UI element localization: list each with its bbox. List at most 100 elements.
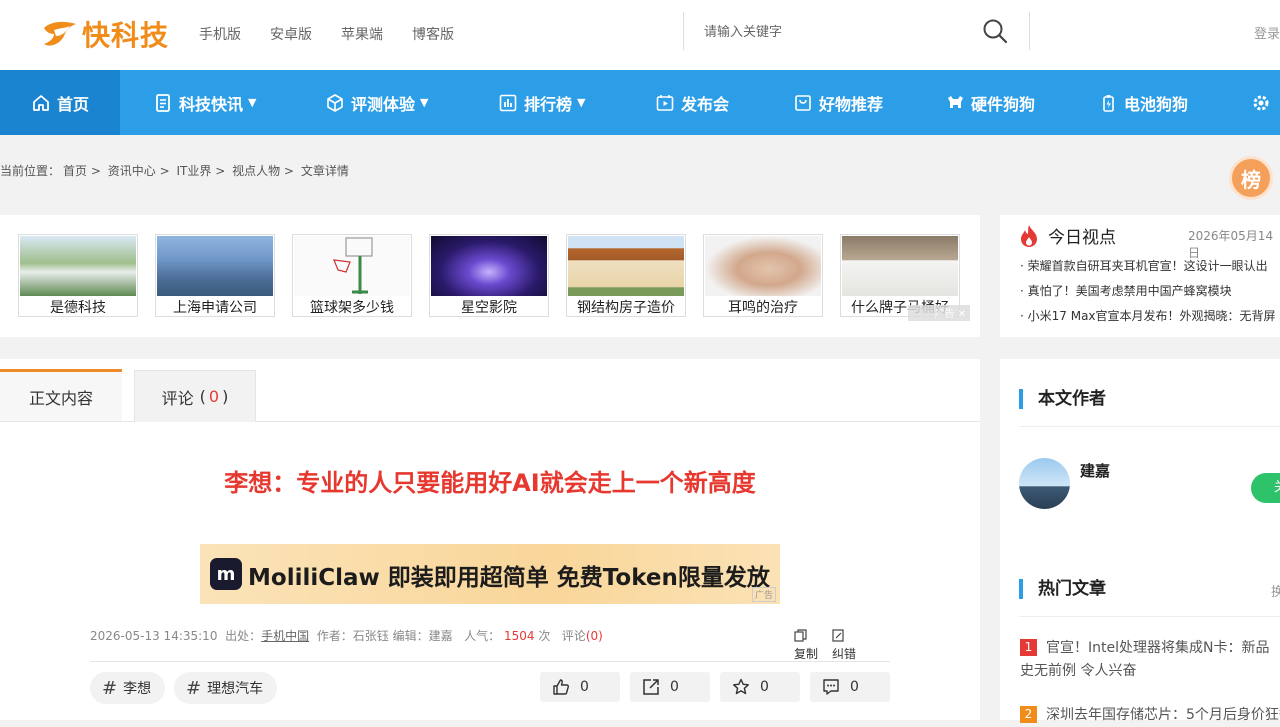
- author-name[interactable]: 建嘉: [1080, 460, 1110, 481]
- ad-image: [842, 236, 958, 296]
- nav-launches[interactable]: 发布会: [655, 70, 729, 135]
- report-label: 纠错: [832, 647, 857, 661]
- tag-pill[interactable]: # 理想汽车: [174, 672, 278, 704]
- like-button[interactable]: 0: [540, 672, 620, 702]
- nav-reviews[interactable]: 评测体验 ▼: [325, 70, 428, 135]
- gear-icon: [1253, 95, 1269, 110]
- avatar[interactable]: [1019, 458, 1070, 509]
- tab-content[interactable]: 正文内容: [0, 369, 122, 421]
- report-error-button[interactable]: 纠错: [832, 629, 856, 662]
- nav-recommend[interactable]: 好物推荐: [793, 70, 883, 135]
- rank-badge-button[interactable]: 榜: [1229, 156, 1273, 200]
- copy-button[interactable]: 复制: [794, 629, 818, 662]
- source-label: 出处：: [225, 629, 262, 643]
- ad-image: [294, 236, 410, 296]
- chevron-down-icon: ▼: [577, 96, 586, 109]
- chevron-down-icon: ▼: [420, 96, 429, 109]
- search-icon[interactable]: [982, 18, 1008, 44]
- follow-button[interactable]: 关: [1251, 473, 1280, 503]
- home-icon: [33, 94, 49, 111]
- banner-ad[interactable]: m MoliliClaw 即装即用超简单 免费Token限量发放 广告: [200, 544, 780, 604]
- comment-button[interactable]: 0: [810, 672, 890, 702]
- ad-caption: 上海申请公司: [173, 300, 257, 316]
- tab-label: 评论: [161, 388, 194, 408]
- today-item[interactable]: · 小米17 Max官宣本月发布！外观揭晓：无背屏: [1020, 309, 1276, 323]
- today-item[interactable]: · 荣耀首款自研耳夹耳机官宣！这设计一眼认出: [1020, 259, 1268, 273]
- today-viewpoint-panel: 今日视点 2026年05月14日 · 荣耀首款自研耳夹耳机官宣！这设计一眼认出 …: [1000, 215, 1280, 337]
- site-logo[interactable]: 快科技: [40, 14, 180, 54]
- ad-card[interactable]: 是德科技: [18, 234, 138, 317]
- mobile-version-link[interactable]: 手机版: [199, 24, 241, 44]
- article-tabs: 正文内容 评论 (0): [0, 359, 980, 422]
- ad-card[interactable]: 星空影院: [429, 234, 549, 317]
- nav-label: 硬件狗狗: [971, 94, 1036, 114]
- video-icon: [656, 94, 674, 111]
- tag-pill[interactable]: # 李想: [90, 672, 166, 704]
- hash-icon: #: [102, 677, 118, 699]
- swap-batch-button[interactable]: 换: [1271, 581, 1280, 600]
- login-link[interactable]: 登录: [1254, 23, 1280, 42]
- ad-caption: 钢结构房子造价: [577, 300, 675, 316]
- blog-link[interactable]: 博客版: [412, 24, 454, 44]
- comment-count: 0: [208, 387, 220, 406]
- nav-tech-news[interactable]: 科技快讯 ▼: [153, 70, 256, 135]
- views-count: 1504: [503, 629, 535, 643]
- hot-article-item[interactable]: 2 深圳去年国存储芯片：5个月后身价狂翻: [1020, 704, 1280, 727]
- breadcrumb-viewpoint[interactable]: 视点人物: [232, 164, 280, 178]
- breadcrumb-it-industry[interactable]: IT业界: [176, 164, 211, 178]
- today-date: 2026年05月14日: [1188, 229, 1274, 260]
- ad-caption: 篮球架多少钱: [310, 300, 394, 316]
- battery-dog-icon: [1103, 94, 1114, 112]
- rank-number: 2: [1020, 706, 1037, 723]
- breadcrumb-home[interactable]: 首页: [63, 164, 87, 178]
- ad-card[interactable]: 篮球架多少钱: [292, 234, 412, 317]
- publish-time: 2026-05-13 14:35:10: [90, 629, 218, 643]
- nav-more[interactable]: [1251, 70, 1277, 135]
- nav-rankings[interactable]: 排行榜 ▼: [498, 70, 585, 135]
- ad-card[interactable]: 耳鸣的治疗: [703, 234, 823, 317]
- share-count: 0: [670, 679, 679, 695]
- article-meta: 2026-05-13 14:35:10 出处：手机中国 作者：石张钰 编辑：建嘉…: [90, 627, 603, 644]
- hot-article-item[interactable]: 1 官宣！Intel处理器将集成N卡：新品史无前例 令人兴奋: [1020, 637, 1280, 683]
- ad-card[interactable]: 上海申请公司: [155, 234, 275, 317]
- breadcrumb-current: 文章详情: [300, 164, 349, 178]
- ad-caption: 耳鸣的治疗: [728, 300, 798, 316]
- banner-logo-icon: m: [210, 558, 242, 590]
- ad-caption: 是德科技: [50, 300, 106, 316]
- today-list: · 荣耀首款自研耳夹耳机官宣！这设计一眼认出 · 真怕了！美国考虑禁用中国产蜂窝…: [1020, 257, 1280, 332]
- divider: [1019, 616, 1280, 617]
- ad-card[interactable]: 钢结构房子造价: [566, 234, 686, 317]
- nav-hardware-dog[interactable]: 硬件狗狗: [945, 70, 1035, 135]
- main-nav: 首页 科技快讯 ▼ 评测体验 ▼ 排行榜 ▼ 发布会 好物推荐 硬件狗狗 电池狗狗: [0, 70, 1280, 135]
- views-unit: 次: [538, 629, 551, 643]
- breadcrumb-separator: >: [283, 164, 294, 178]
- source-link[interactable]: 手机中国: [261, 629, 309, 643]
- ad-image: [431, 236, 547, 296]
- today-item[interactable]: · 真怕了！美国考虑禁用中国产蜂窝模块: [1020, 284, 1232, 298]
- sidebar: 本文作者 建嘉 关 热门文章 1官宣！Intel处理器将集成N卡：新品史无前例 …: [1000, 359, 1280, 723]
- paren-close: ): [222, 387, 229, 406]
- nav-battery-dog[interactable]: 电池狗狗: [1098, 70, 1188, 135]
- favorite-button[interactable]: 0: [720, 672, 800, 702]
- flame-icon: [1021, 224, 1037, 247]
- article-actions: 复制 纠错: [794, 629, 856, 662]
- search-input[interactable]: [704, 21, 964, 43]
- tag-label: 李想: [123, 681, 152, 697]
- breadcrumb-news-center[interactable]: 资讯中心: [108, 164, 156, 178]
- android-link[interactable]: 安卓版: [270, 24, 312, 44]
- hot-section-title: 热门文章: [1019, 579, 1106, 599]
- nav-label: 好物推荐: [819, 94, 884, 114]
- document-icon: [156, 93, 170, 112]
- nav-label: 排行榜: [524, 94, 573, 114]
- nav-label: 首页: [56, 94, 89, 114]
- share-button[interactable]: 0: [630, 672, 710, 702]
- edit-icon: [832, 629, 844, 642]
- comment-icon: [823, 679, 839, 695]
- nav-home[interactable]: 首页: [0, 70, 120, 135]
- breadcrumb-separator: >: [159, 164, 170, 178]
- apple-link[interactable]: 苹果端: [341, 24, 383, 44]
- nav-label: 发布会: [681, 94, 730, 114]
- copy-label: 复制: [794, 647, 819, 661]
- comments-label[interactable]: 评论: [562, 629, 586, 643]
- tab-comments[interactable]: 评论 (0): [134, 370, 256, 422]
